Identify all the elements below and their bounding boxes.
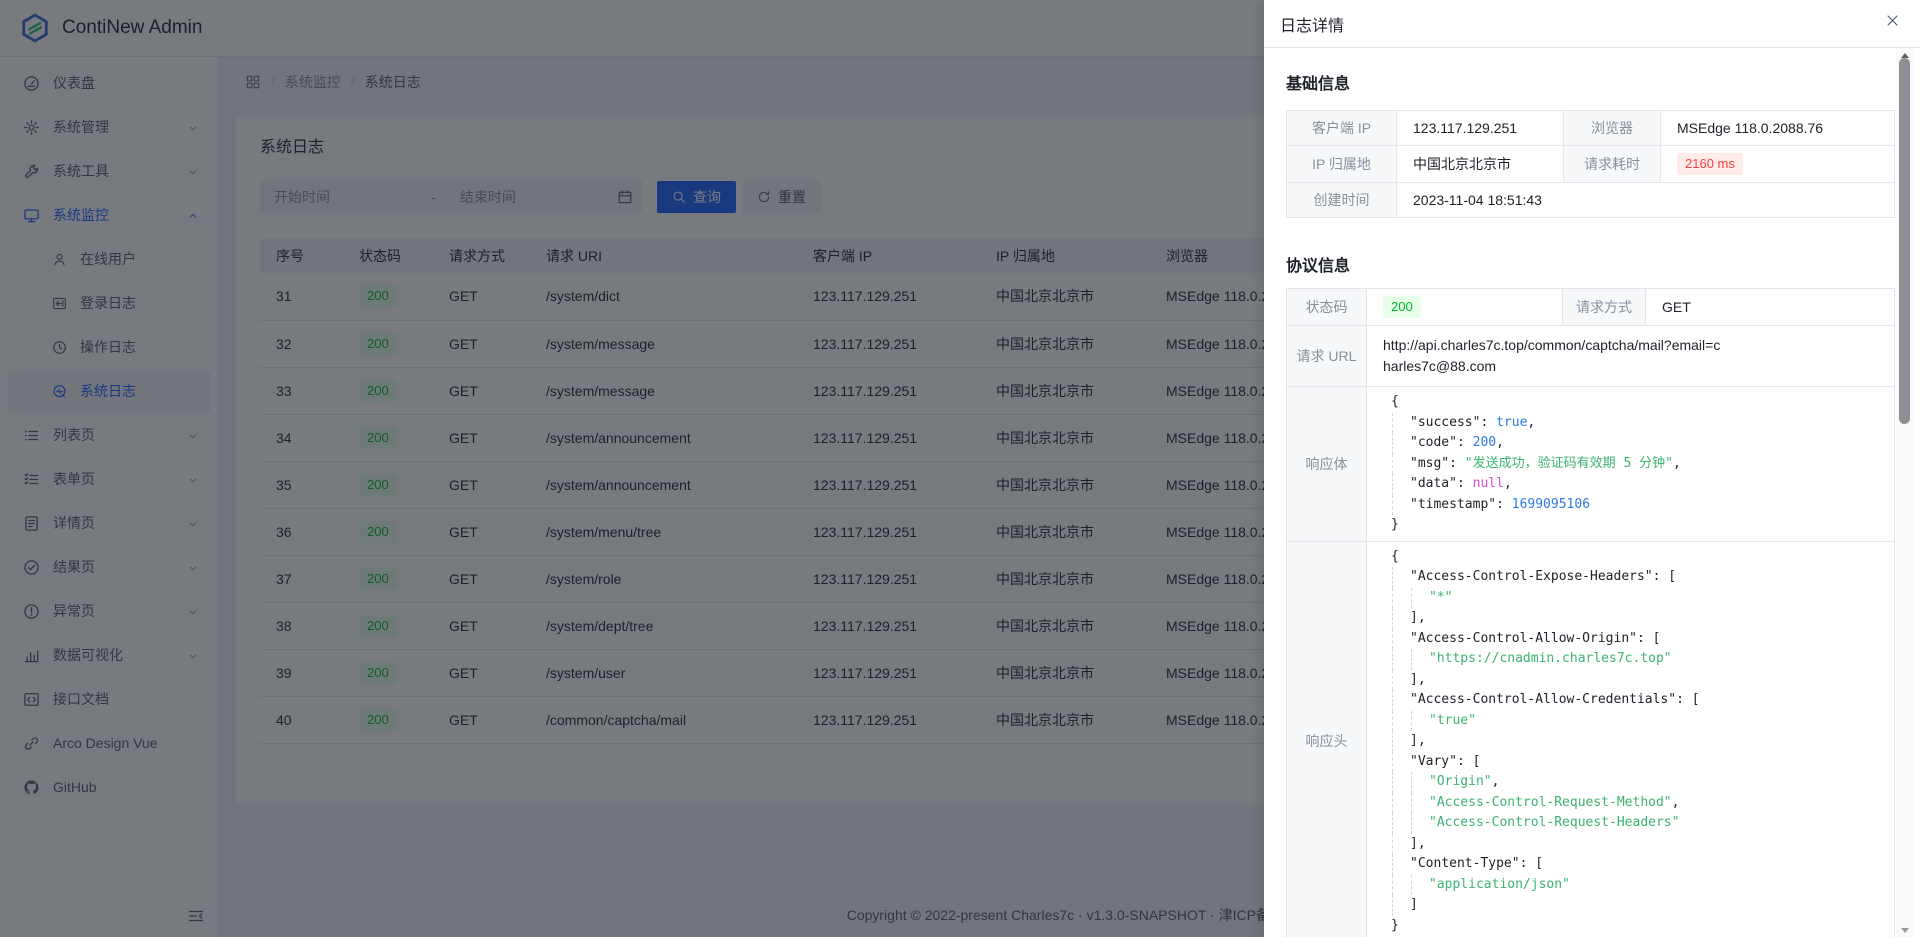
status-badge: 200 (1383, 296, 1421, 318)
desc-label: 请求耗时 (1564, 146, 1661, 183)
basic-info-table: 客户端 IP123.117.129.251浏览器MSEdge 118.0.208… (1286, 110, 1895, 218)
request-url-text: http://api.charles7c.top/common/captcha/… (1383, 333, 1728, 379)
app-root: ContiNew Admin 仪表盘系统管理系统工具系统监控在线用户登录日志操作… (0, 0, 1920, 937)
desc-label: 创建时间 (1287, 183, 1397, 218)
desc-value: 2023-11-04 18:51:43 (1397, 183, 1895, 218)
desc-value: 200 (1367, 289, 1563, 326)
desc-value: GET (1646, 289, 1895, 326)
desc-row: 客户端 IP123.117.129.251浏览器MSEdge 118.0.208… (1287, 111, 1895, 146)
drawer-body: 基础信息 客户端 IP123.117.129.251浏览器MSEdge 118.… (1264, 48, 1920, 937)
desc-label: 响应体 (1287, 387, 1367, 542)
close-icon[interactable] (1885, 13, 1900, 28)
json-code-block: {"Access-Control-Expose-Headers": ["*"],… (1391, 547, 1878, 937)
desc-label: 浏览器 (1564, 111, 1661, 146)
protocol-info-table: 状态码 200 请求方式GET 请求 URL http://api.charles7c.… (1286, 288, 1895, 937)
drawer-header: 日志详情 (1264, 0, 1920, 48)
scrollbar-down-arrow[interactable] (1896, 923, 1913, 937)
desc-value: http://api.charles7c.top/common/captcha/… (1367, 326, 1895, 387)
desc-row: 状态码 200 请求方式GET (1287, 289, 1895, 326)
desc-value: 中国北京北京市 (1397, 146, 1564, 183)
desc-row: IP 归属地中国北京北京市请求耗时 2160 ms (1287, 146, 1895, 183)
desc-value: 2160 ms (1661, 146, 1895, 183)
basic-info-section-title: 基础信息 (1286, 70, 1894, 94)
drawer-title: 日志详情 (1280, 12, 1344, 36)
desc-label: 状态码 (1287, 289, 1367, 326)
desc-row: 响应体 {"success": true,"code": 200,"msg": "… (1287, 387, 1895, 542)
desc-label: 响应头 (1287, 541, 1367, 937)
json-code-block: {"success": true,"code": 200,"msg": "发送成… (1391, 392, 1878, 536)
desc-value: {"success": true,"code": 200,"msg": "发送成… (1367, 387, 1895, 542)
desc-label: 请求方式 (1563, 289, 1646, 326)
desc-row: 响应头 {"Access-Control-Expose-Headers": ["*… (1287, 541, 1895, 937)
desc-label: 客户端 IP (1287, 111, 1397, 146)
desc-row: 创建时间2023-11-04 18:51:43 (1287, 183, 1895, 218)
desc-value: {"Access-Control-Expose-Headers": ["*"],… (1367, 541, 1895, 937)
desc-label: 请求 URL (1287, 326, 1367, 387)
desc-value: MSEdge 118.0.2088.76 (1661, 111, 1895, 146)
elapsed-time-badge: 2160 ms (1677, 153, 1743, 175)
desc-row: 请求 URL http://api.charles7c.top/common/ca… (1287, 326, 1895, 387)
desc-label: IP 归属地 (1287, 146, 1397, 183)
desc-value: 123.117.129.251 (1397, 111, 1564, 146)
scrollbar-thumb[interactable] (1899, 58, 1910, 424)
protocol-info-section-title: 协议信息 (1286, 252, 1894, 276)
drawer-scrollbar[interactable] (1896, 48, 1913, 937)
log-detail-drawer: 日志详情 基础信息 客户端 IP123.117.129.251浏览器MSEdge… (1264, 0, 1920, 937)
